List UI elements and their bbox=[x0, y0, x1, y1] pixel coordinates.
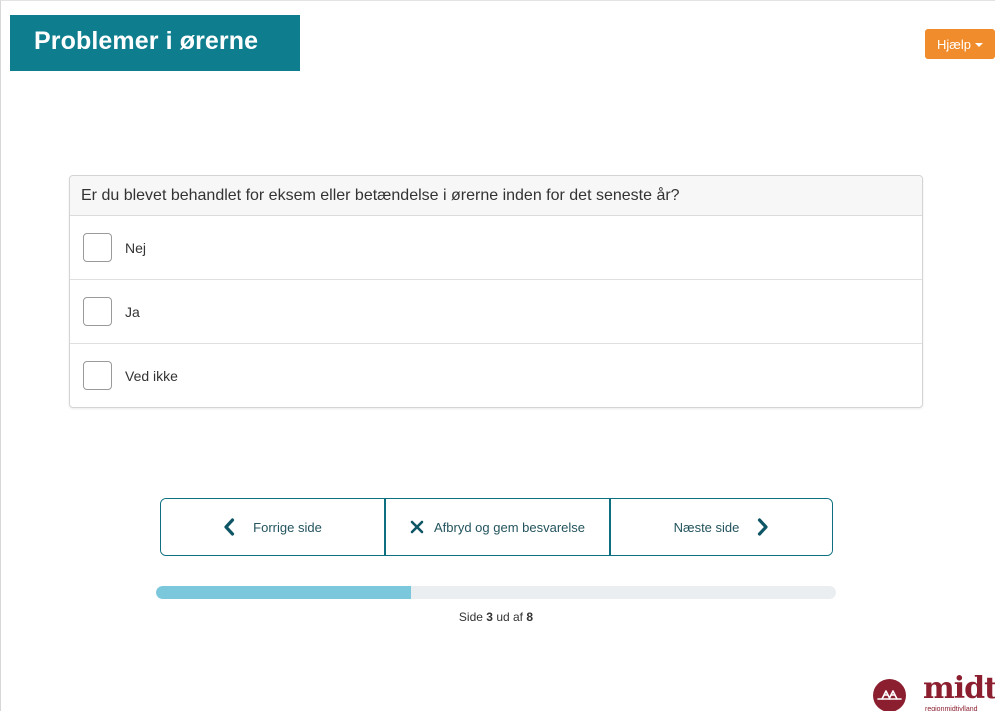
logo-wordmark: midt bbox=[923, 671, 995, 706]
logo-subtext: regionmidtjylland bbox=[925, 706, 978, 711]
survey-page: Problemer i ørerne Hjælp Er du blevet be… bbox=[0, 0, 995, 711]
option-ja[interactable]: Ja bbox=[70, 280, 922, 344]
option-label-ja: Ja bbox=[125, 303, 140, 320]
current-page-number: 3 bbox=[486, 610, 493, 624]
navigation-buttons: Forrige side Afbryd og gem besvarelse Næ… bbox=[160, 498, 833, 556]
next-page-button[interactable]: Næste side bbox=[609, 499, 832, 555]
progress-bar bbox=[156, 586, 836, 599]
option-label-ved-ikke: Ved ikke bbox=[125, 367, 178, 384]
page-counter-middle: ud af bbox=[496, 610, 524, 624]
close-icon bbox=[410, 520, 424, 534]
help-button[interactable]: Hjælp bbox=[925, 29, 995, 59]
previous-page-button[interactable]: Forrige side bbox=[161, 499, 384, 555]
bridge-logo-icon bbox=[873, 679, 906, 711]
region-midtjylland-logo: midt regionmidtjylland bbox=[869, 671, 995, 711]
checkbox-nej[interactable] bbox=[83, 233, 112, 262]
abort-save-button[interactable]: Afbryd og gem besvarelse bbox=[384, 499, 609, 555]
chevron-left-icon bbox=[224, 518, 235, 536]
page-counter-prefix: Side bbox=[458, 610, 483, 624]
next-page-label: Næste side bbox=[673, 519, 740, 535]
total-pages-number: 8 bbox=[526, 610, 534, 624]
page-counter: Side 3 ud af 8 bbox=[156, 610, 836, 624]
chevron-right-icon bbox=[758, 518, 768, 536]
previous-page-label: Forrige side bbox=[253, 519, 322, 535]
option-nej[interactable]: Nej bbox=[70, 216, 922, 280]
checkbox-ved-ikke[interactable] bbox=[83, 361, 112, 390]
help-button-label: Hjælp bbox=[937, 36, 971, 52]
option-label-nej: Nej bbox=[125, 239, 147, 256]
question-panel: Er du blevet behandlet for eksem eller b… bbox=[69, 175, 923, 408]
option-ved-ikke[interactable]: Ved ikke bbox=[70, 344, 922, 407]
page-title: Problemer i ørerne bbox=[10, 15, 300, 71]
abort-save-label: Afbryd og gem besvarelse bbox=[433, 519, 586, 535]
checkbox-ja[interactable] bbox=[83, 297, 112, 326]
caret-down-icon bbox=[974, 43, 983, 47]
question-text: Er du blevet behandlet for eksem eller b… bbox=[70, 176, 922, 216]
progress-bar-fill bbox=[156, 586, 411, 599]
